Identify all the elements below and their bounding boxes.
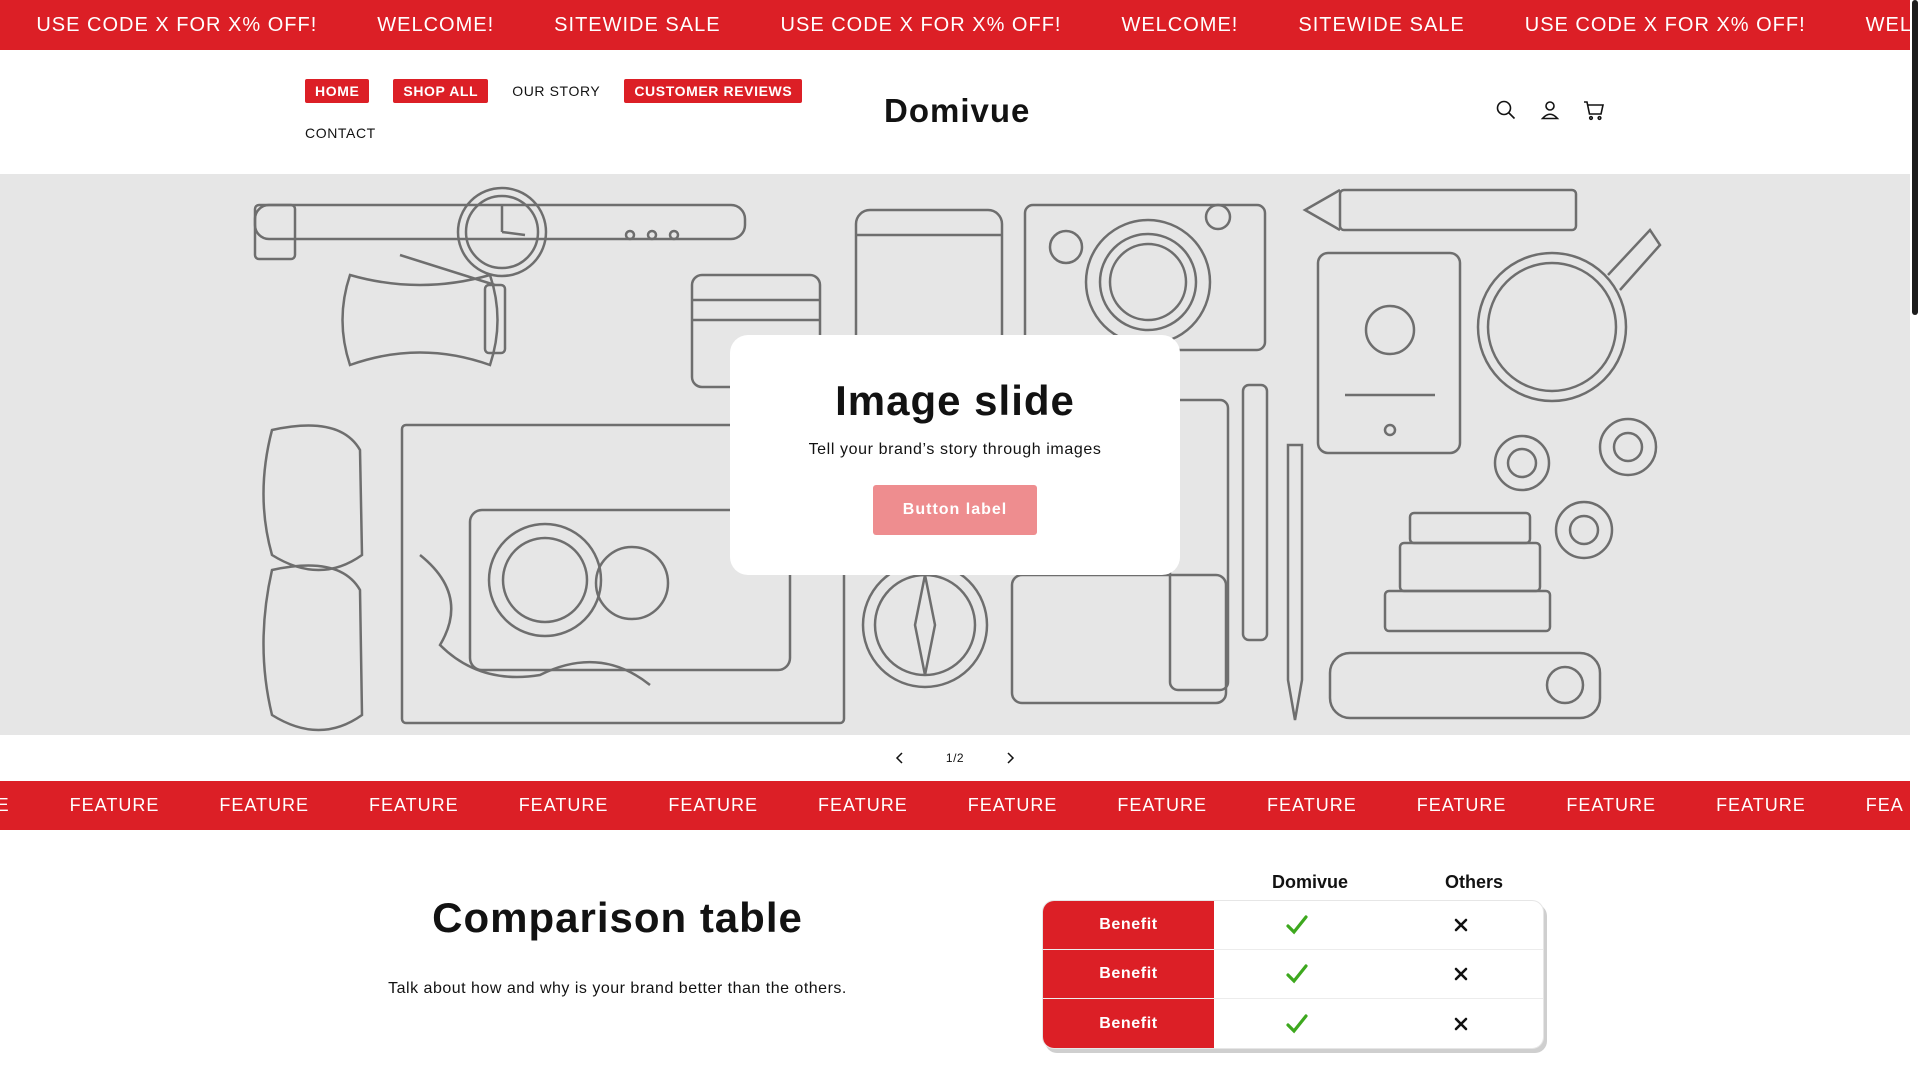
slider-controls: 1/2 — [890, 745, 1020, 771]
comparison-text: Talk about how and why is your brand bet… — [388, 980, 847, 997]
check-icon — [1214, 901, 1379, 949]
nav-item-contact[interactable]: CONTACT — [305, 121, 376, 145]
nav-row: HOME SHOP ALL OUR STORY CUSTOMER REVIEWS — [305, 78, 825, 104]
slide-title: Image slide — [835, 377, 1075, 424]
check-icon — [1214, 950, 1379, 998]
search-icon[interactable] — [1494, 98, 1518, 122]
announcement-message: USE CODE X FOR X% OFF! — [1524, 13, 1806, 36]
feature-item: FEATURE — [1416, 795, 1507, 815]
slide-content-box: Image slide Tell your brand’s story thro… — [730, 335, 1180, 575]
nav-row: CONTACT — [305, 120, 825, 146]
comparison-intro: Comparison table Talk about how and why … — [300, 880, 935, 998]
slide-subtitle: Tell your brand’s story through images — [808, 441, 1102, 458]
table-row: Benefit — [1043, 950, 1543, 999]
table-row: Benefit — [1043, 999, 1543, 1048]
slide-cta-button[interactable]: Button label — [873, 485, 1037, 535]
feature-item: FEATURE — [1716, 795, 1806, 815]
column-header-others: Others — [1445, 872, 1504, 892]
announcement-message: USE CODE X FOR X% OFF! — [780, 13, 1062, 36]
chevron-right-icon[interactable] — [1000, 748, 1020, 768]
feature-item: FEATURE — [219, 795, 310, 815]
column-header-ours: Domivue — [1272, 872, 1349, 892]
slide-counter: 1/2 — [945, 751, 965, 765]
nav-item-home[interactable]: HOME — [305, 79, 370, 103]
table-row: Benefit — [1043, 901, 1543, 950]
hero-slideshow: Image slide Tell your brand’s story thro… — [0, 175, 1910, 735]
announcement-track: E USE CODE X FOR X% OFF! WELCOME! SITEWI… — [0, 0, 1910, 50]
feature-marquee: ATURE FEATURE FEATURE FEATURE FEATURE FE… — [0, 781, 1910, 830]
benefit-label: Benefit — [1043, 950, 1214, 998]
benefit-label: Benefit — [1043, 901, 1214, 949]
site-header: HOME SHOP ALL OUR STORY CUSTOMER REVIEWS… — [0, 50, 1910, 175]
feature-item: FEATURE — [1117, 795, 1208, 815]
account-icon[interactable] — [1538, 98, 1562, 122]
comparison-body: Benefit Benefit Benefit — [1042, 900, 1544, 1049]
comparison-header: Domivue Others — [1042, 868, 1544, 900]
nav-item-our-story[interactable]: OUR STORY — [512, 79, 600, 103]
site-logo[interactable]: Domivue — [884, 92, 1030, 130]
announcement-message: SITEWIDE SALE — [554, 13, 721, 36]
header-icons — [1494, 98, 1606, 122]
cross-icon — [1379, 999, 1543, 1048]
announcement-message: WELCOME! — [1121, 13, 1239, 36]
feature-item: FEATURE — [1267, 795, 1357, 815]
feature-item: FEATURE — [967, 795, 1058, 815]
feature-item: FEATURE — [369, 795, 459, 815]
page-scrollbar[interactable] — [1910, 0, 1920, 1080]
feature-item: FEA — [1865, 795, 1904, 815]
feature-track: ATURE FEATURE FEATURE FEATURE FEATURE FE… — [0, 781, 1910, 830]
cross-icon — [1379, 901, 1543, 949]
announcement-message: SITEWIDE SALE — [1298, 13, 1465, 36]
announcement-message: USE CODE X FOR X% OFF! — [36, 13, 318, 36]
check-icon — [1214, 999, 1379, 1048]
cart-icon[interactable] — [1582, 98, 1606, 122]
feature-item: FEATURE — [1566, 795, 1657, 815]
benefit-label: Benefit — [1043, 999, 1214, 1048]
nav-item-customer-reviews[interactable]: CUSTOMER REVIEWS — [624, 79, 803, 103]
feature-item: ATURE — [0, 795, 10, 815]
comparison-table: Domivue Others Benefit Benefit Benefit — [1042, 868, 1544, 1049]
announcement-message: WELCOME! — [377, 13, 495, 36]
comparison-title: Comparison table — [432, 894, 803, 941]
feature-item: FEATURE — [818, 795, 908, 815]
chevron-left-icon[interactable] — [890, 748, 910, 768]
main-nav: HOME SHOP ALL OUR STORY CUSTOMER REVIEWS… — [305, 78, 825, 162]
feature-item: FEATURE — [668, 795, 759, 815]
announcement-bar: E USE CODE X FOR X% OFF! WELCOME! SITEWI… — [0, 0, 1910, 50]
feature-item: FEATURE — [69, 795, 160, 815]
announcement-message: WELCOME! — [1865, 13, 1910, 36]
scrollbar-thumb[interactable] — [1912, 0, 1918, 315]
nav-item-shop-all[interactable]: SHOP ALL — [393, 79, 489, 103]
feature-item: FEATURE — [518, 795, 609, 815]
cross-icon — [1379, 950, 1543, 998]
